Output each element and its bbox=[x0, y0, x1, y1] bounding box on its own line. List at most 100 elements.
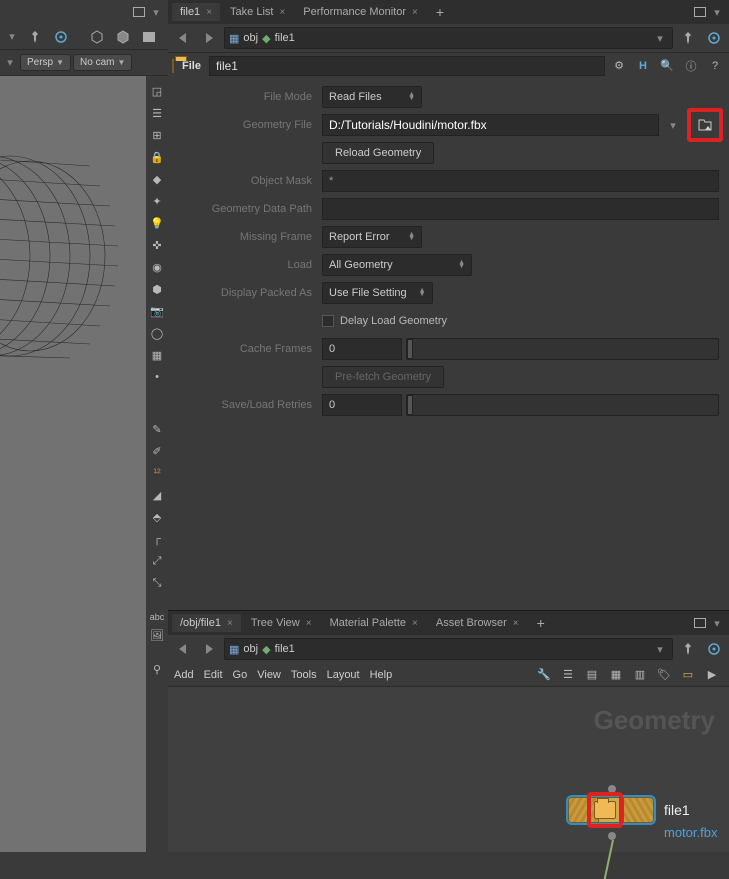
pane-menu-dropdown[interactable]: ▾ bbox=[709, 617, 725, 630]
rect-icon[interactable] bbox=[138, 26, 160, 48]
prefetch-geometry-button[interactable]: Pre-fetch Geometry bbox=[322, 366, 444, 388]
missing-frame-select[interactable]: Report Error▲▼ bbox=[322, 226, 422, 248]
disp-icon-12[interactable]: ◯ bbox=[146, 322, 168, 344]
cache-frames-slider[interactable] bbox=[406, 338, 719, 360]
path-seg-file1[interactable]: ◆file1 bbox=[262, 643, 295, 656]
camera-icon[interactable]: 📷 bbox=[146, 300, 168, 322]
nav-forward-icon[interactable] bbox=[198, 638, 220, 660]
menu-add[interactable]: Add bbox=[174, 669, 194, 681]
list-icon[interactable]: ☰ bbox=[557, 664, 579, 686]
tab-asset-browser[interactable]: Asset Browser× bbox=[428, 614, 527, 632]
light-icon[interactable]: 💡 bbox=[146, 212, 168, 234]
nav-back-icon[interactable] bbox=[172, 638, 194, 660]
browse-file-button[interactable] bbox=[697, 117, 713, 133]
geometry-file-input[interactable] bbox=[322, 114, 659, 136]
play-icon[interactable]: ▶ bbox=[701, 664, 723, 686]
tab-file1[interactable]: file1× bbox=[172, 3, 220, 21]
tab-material-palette[interactable]: Material Palette× bbox=[322, 614, 426, 632]
wrench-icon[interactable]: 🔧 bbox=[533, 664, 555, 686]
window-max-icon[interactable] bbox=[693, 6, 707, 18]
grid-colors-icon[interactable]: ▦ bbox=[605, 664, 627, 686]
load-select[interactable]: All Geometry▲▼ bbox=[322, 254, 472, 276]
viewport-3d[interactable]: ◲ ☰ ⊞ 🔒 ◆ ✦ 💡 ✜ ◉ ⬢ 📷 ◯ ▦ • ✎ ✐ ¹² ◢ ⬘ bbox=[0, 76, 168, 852]
nocam-dropdown[interactable]: No cam▼ bbox=[73, 54, 132, 71]
window-max-icon[interactable] bbox=[693, 617, 707, 629]
close-icon[interactable]: × bbox=[206, 7, 212, 18]
disp-icon-18[interactable]: ◢ bbox=[146, 484, 168, 506]
columns-icon[interactable]: ▥ bbox=[629, 664, 651, 686]
disp-icon-6[interactable]: ✦ bbox=[146, 190, 168, 212]
add-tab-button[interactable]: + bbox=[529, 615, 553, 631]
disp-icon-13[interactable]: ▦ bbox=[146, 344, 168, 366]
menu-help[interactable]: Help bbox=[370, 669, 393, 681]
path-dropdown-icon[interactable]: ▾ bbox=[652, 643, 668, 656]
search-icon[interactable]: 🔍 bbox=[657, 56, 677, 76]
reload-geometry-button[interactable]: Reload Geometry bbox=[322, 142, 434, 164]
disp-icon-19[interactable]: ⬘ bbox=[146, 506, 168, 528]
disp-icon-16[interactable]: ✐ bbox=[146, 440, 168, 462]
tab-take-list[interactable]: Take List× bbox=[222, 3, 293, 21]
network-path-field[interactable]: ▦obj ◆file1 ▾ bbox=[224, 638, 673, 660]
add-tab-button[interactable]: + bbox=[428, 4, 452, 20]
disp-icon-20[interactable]: ┌ bbox=[146, 528, 168, 550]
display-as-select[interactable]: Use File Setting▲▼ bbox=[322, 282, 433, 304]
marker-icon[interactable]: ⚲ bbox=[146, 658, 168, 680]
pane-menu-dropdown[interactable]: ▾ bbox=[709, 6, 725, 19]
camera-menu-dropdown[interactable]: ▾ bbox=[2, 56, 18, 69]
tab-performance-monitor[interactable]: Performance Monitor× bbox=[295, 3, 426, 21]
close-icon[interactable]: × bbox=[412, 7, 418, 18]
info-icon[interactable]: ⓘ bbox=[681, 56, 701, 76]
geometry-file-dropdown-icon[interactable]: ▾ bbox=[665, 119, 681, 132]
menu-view[interactable]: View bbox=[257, 669, 281, 681]
disp-icon-10[interactable]: ⬢ bbox=[146, 278, 168, 300]
node-name-input[interactable] bbox=[209, 56, 605, 76]
retries-slider[interactable] bbox=[406, 394, 719, 416]
target-icon[interactable] bbox=[703, 638, 725, 660]
pin-icon[interactable] bbox=[677, 27, 699, 49]
nav-forward-icon[interactable] bbox=[198, 27, 220, 49]
layout-icon[interactable]: ▤ bbox=[581, 664, 603, 686]
cube-select-icon[interactable] bbox=[112, 26, 134, 48]
close-icon[interactable]: × bbox=[227, 618, 233, 629]
disp-icon-5[interactable]: ◆ bbox=[146, 168, 168, 190]
target-icon[interactable] bbox=[703, 27, 725, 49]
menu-edit[interactable]: Edit bbox=[204, 669, 223, 681]
disp-icon-1[interactable]: ◲ bbox=[146, 80, 168, 102]
disp-icon-15[interactable]: ✎ bbox=[146, 418, 168, 440]
help-icon[interactable]: ? bbox=[705, 56, 725, 76]
image-icon[interactable]: 🖼 bbox=[146, 624, 168, 646]
disp-icon-9[interactable]: ◉ bbox=[146, 256, 168, 278]
pin-icon[interactable] bbox=[24, 26, 46, 48]
object-mask-input[interactable] bbox=[322, 170, 719, 192]
pin-icon[interactable] bbox=[677, 638, 699, 660]
gear-icon[interactable]: ⚙ bbox=[609, 56, 629, 76]
file-mode-select[interactable]: Read Files ▲▼ bbox=[322, 86, 422, 108]
menu-layout[interactable]: Layout bbox=[327, 669, 360, 681]
note-icon[interactable]: ▭ bbox=[677, 664, 699, 686]
path-field[interactable]: ▦obj ◆file1 ▾ bbox=[224, 27, 673, 49]
path-seg-obj[interactable]: ▦obj bbox=[229, 32, 258, 45]
retries-input[interactable] bbox=[322, 394, 402, 416]
cache-frames-input[interactable] bbox=[322, 338, 402, 360]
disp-icon-21[interactable]: ⤢ bbox=[146, 550, 168, 572]
nav-back-icon[interactable] bbox=[172, 27, 194, 49]
pane-menu-dropdown[interactable]: ▾ bbox=[148, 6, 164, 19]
menu-go[interactable]: Go bbox=[233, 669, 248, 681]
menu-tools[interactable]: Tools bbox=[291, 669, 317, 681]
viewport-left-dropdown[interactable]: ▾ bbox=[4, 30, 20, 43]
window-max-icon[interactable] bbox=[132, 6, 146, 18]
tag-icon[interactable]: 🏷 bbox=[653, 664, 675, 686]
cube-icon[interactable] bbox=[86, 26, 108, 48]
close-icon[interactable]: × bbox=[412, 618, 418, 629]
path-dropdown-icon[interactable]: ▾ bbox=[652, 32, 668, 45]
lock-icon[interactable]: 🔒 bbox=[146, 146, 168, 168]
close-icon[interactable]: × bbox=[279, 7, 285, 18]
disp-icon-2[interactable]: ☰ bbox=[146, 102, 168, 124]
node-file1[interactable]: file1 bbox=[568, 797, 690, 823]
target-icon[interactable] bbox=[50, 26, 72, 48]
disp-icon-22[interactable]: ⤡ bbox=[146, 572, 168, 594]
close-icon[interactable]: × bbox=[513, 618, 519, 629]
geom-data-path-input[interactable] bbox=[322, 198, 719, 220]
delay-load-checkbox[interactable] bbox=[322, 315, 334, 327]
path-seg-file1[interactable]: ◆file1 bbox=[262, 32, 295, 45]
